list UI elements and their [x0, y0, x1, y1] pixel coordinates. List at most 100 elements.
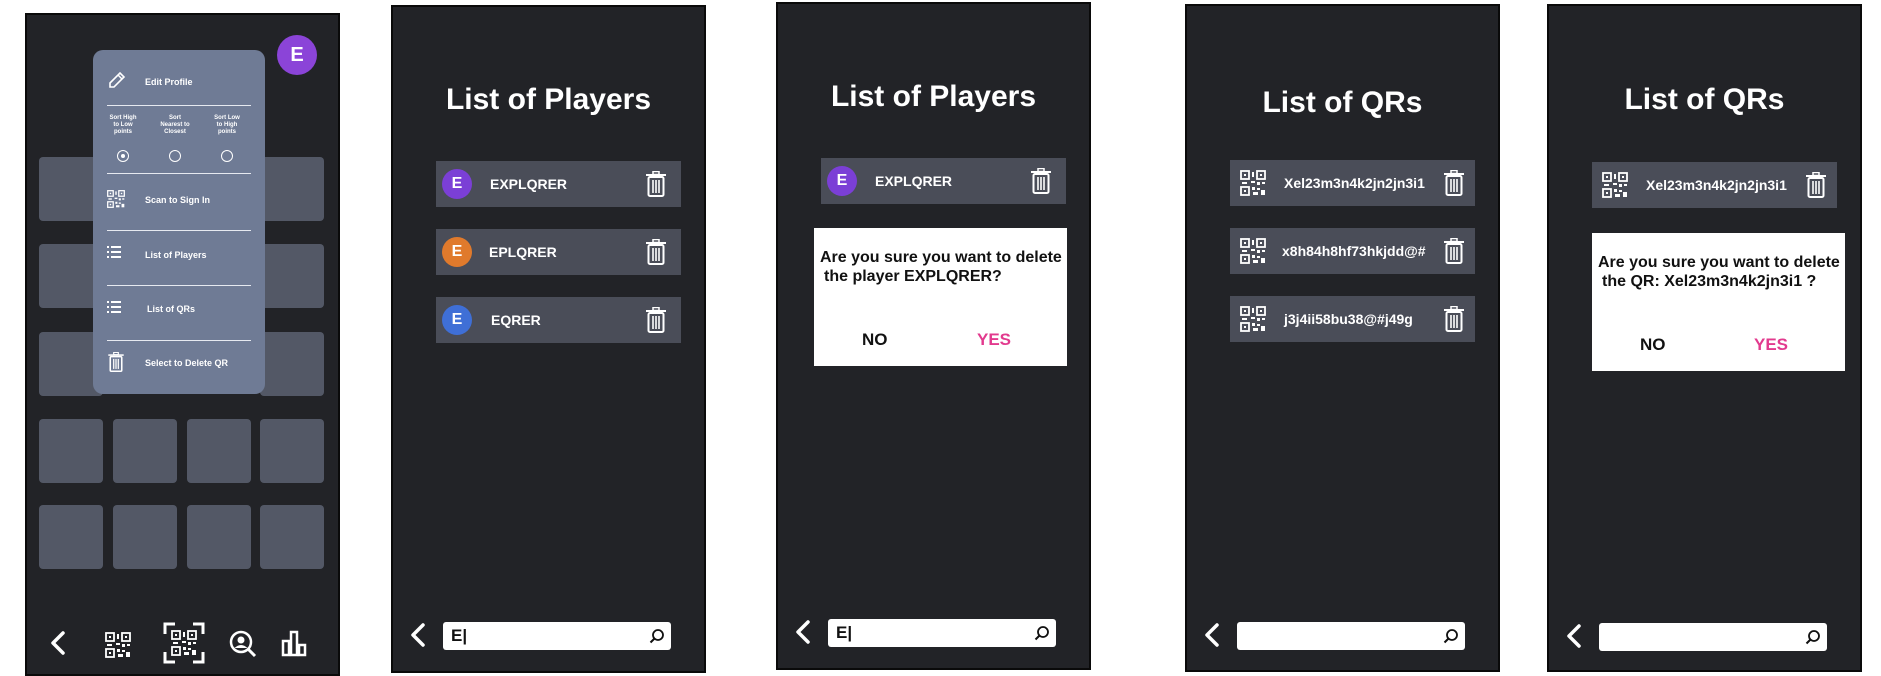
- search-input-value: E|: [836, 623, 853, 642]
- qr-row[interactable]: x8h84h8hf73hkjdd@#: [1230, 228, 1475, 274]
- profile-avatar[interactable]: E: [277, 35, 317, 75]
- grid-tile[interactable]: [113, 419, 177, 483]
- grid-tile[interactable]: [113, 505, 177, 569]
- search-input[interactable]: [1599, 623, 1827, 651]
- menu-item-select-to-delete-qr[interactable]: Select to Delete QR: [145, 358, 228, 368]
- menu-item-list-of-qrs[interactable]: List of QRs: [147, 304, 195, 314]
- player-avatar: E: [827, 166, 857, 196]
- dialog-message-line: Are you sure you want to delete: [1598, 254, 1840, 271]
- avatar-initial: E: [290, 43, 304, 66]
- search-user-icon[interactable]: [229, 630, 257, 658]
- sort-radio[interactable]: [169, 150, 181, 162]
- screen-delete-qr-dialog: List of QRs Xel23m3n4k2jn2jn3i1 Are you …: [1547, 4, 1862, 672]
- trash-icon: [107, 352, 125, 372]
- qr-name: x8h84h8hf73hkjdd@#: [1282, 243, 1426, 259]
- screen-list-of-qrs: List of QRs Xel23m3n4k2jn2jn3i1 x8h84h8h…: [1185, 4, 1500, 672]
- sort-option-label: Sort Low to High points: [214, 115, 240, 135]
- page-title: List of Players: [830, 80, 1037, 113]
- confirm-delete-dialog: Are you sure you want to delete the play…: [814, 228, 1067, 366]
- dialog-message-line: the player EXPLQRER?: [824, 268, 1002, 285]
- grid-tile[interactable]: [260, 505, 324, 569]
- trash-icon[interactable]: [1805, 172, 1827, 198]
- search-icon[interactable]: [1034, 625, 1050, 641]
- menu-divider: [107, 340, 251, 341]
- back-icon[interactable]: [1203, 622, 1221, 648]
- grid-tile[interactable]: [39, 505, 103, 569]
- qr-icon: [1240, 306, 1266, 332]
- profile-dropdown-menu: Edit Profile Sort High to Low points Sor…: [93, 50, 265, 394]
- player-avatar: E: [442, 237, 472, 267]
- list-icon: [107, 300, 125, 314]
- search-input-value: E|: [451, 626, 468, 645]
- back-icon[interactable]: [1565, 623, 1583, 649]
- player-name: EQRER: [491, 312, 541, 328]
- dialog-message-line: the QR: Xel23m3n4k2jn3i1 ?: [1602, 273, 1817, 290]
- qr-icon[interactable]: [105, 632, 131, 658]
- qr-name: j3j4ii58bu38@#j49g: [1284, 311, 1413, 327]
- sort-option-label: Sort Nearest to Closest: [160, 115, 190, 135]
- player-row[interactable]: E EPLQRER: [436, 229, 681, 275]
- screen-home-menu: Edit Profile Sort High to Low points Sor…: [25, 13, 340, 676]
- sort-option-label: Sort High to Low points: [109, 115, 137, 135]
- player-avatar: E: [442, 169, 472, 199]
- qr-row[interactable]: j3j4ii58bu38@#j49g: [1230, 296, 1475, 342]
- trash-icon[interactable]: [645, 307, 667, 333]
- grid-tile[interactable]: [39, 419, 103, 483]
- yes-button[interactable]: YES: [977, 330, 1011, 350]
- qr-name: Xel23m3n4k2jn2jn3i1: [1284, 175, 1425, 191]
- trash-icon[interactable]: [1030, 168, 1052, 194]
- dialog-message: Are you sure you want to delete the QR: …: [1598, 253, 1841, 291]
- grid-tile[interactable]: [260, 332, 324, 396]
- menu-item-edit-profile[interactable]: Edit Profile: [145, 77, 193, 87]
- dialog-message-line: Are you sure you want to delete: [820, 249, 1062, 266]
- qr-name: Xel23m3n4k2jn2jn3i1: [1646, 177, 1787, 193]
- menu-divider: [107, 230, 251, 231]
- grid-tile[interactable]: [260, 157, 324, 221]
- back-icon[interactable]: [49, 630, 67, 656]
- search-input[interactable]: E|: [828, 619, 1056, 647]
- dialog-message: Are you sure you want to delete the play…: [820, 248, 1063, 286]
- player-row[interactable]: E EQRER: [436, 297, 681, 343]
- search-icon[interactable]: [1805, 629, 1821, 645]
- trash-icon[interactable]: [645, 239, 667, 265]
- search-input[interactable]: E|: [443, 622, 671, 650]
- no-button[interactable]: NO: [862, 330, 888, 350]
- search-input[interactable]: [1237, 622, 1465, 650]
- confirm-delete-dialog: Are you sure you want to delete the QR: …: [1592, 233, 1845, 371]
- back-icon[interactable]: [409, 622, 427, 648]
- qr-icon: [107, 190, 125, 208]
- trash-icon[interactable]: [1443, 238, 1465, 264]
- grid-tile[interactable]: [260, 244, 324, 308]
- qr-row[interactable]: Xel23m3n4k2jn2jn3i1: [1592, 162, 1837, 208]
- menu-item-list-of-players[interactable]: List of Players: [145, 250, 207, 260]
- screen-list-of-players: List of Players E EXPLQRER E EPLQRER E E…: [391, 5, 706, 673]
- page-title: List of QRs: [1262, 86, 1423, 119]
- page-title: List of QRs: [1624, 83, 1785, 116]
- player-row[interactable]: E EXPLQRER: [821, 158, 1066, 204]
- qr-icon: [1602, 172, 1628, 198]
- search-icon[interactable]: [1443, 628, 1459, 644]
- no-button[interactable]: NO: [1640, 335, 1666, 355]
- trash-icon[interactable]: [1443, 306, 1465, 332]
- sort-radio[interactable]: [221, 150, 233, 162]
- yes-button[interactable]: YES: [1754, 335, 1788, 355]
- grid-tile[interactable]: [187, 419, 251, 483]
- trash-icon[interactable]: [645, 171, 667, 197]
- scan-qr-icon[interactable]: [163, 622, 205, 664]
- player-row[interactable]: E EXPLQRER: [436, 161, 681, 207]
- menu-divider: [107, 105, 251, 106]
- leaderboard-icon[interactable]: [281, 629, 307, 657]
- sort-radio-selected[interactable]: [117, 150, 129, 162]
- qr-icon: [1240, 238, 1266, 264]
- player-name: EXPLQRER: [875, 173, 953, 189]
- back-icon[interactable]: [794, 619, 812, 645]
- trash-icon[interactable]: [1443, 170, 1465, 196]
- qr-row[interactable]: Xel23m3n4k2jn2jn3i1: [1230, 160, 1475, 206]
- menu-divider: [107, 173, 251, 174]
- grid-tile[interactable]: [187, 505, 251, 569]
- search-icon[interactable]: [649, 628, 665, 644]
- edit-profile-icon: [109, 71, 126, 88]
- grid-tile[interactable]: [260, 419, 324, 483]
- qr-icon: [1240, 170, 1266, 196]
- menu-item-scan-to-sign-in[interactable]: Scan to Sign In: [145, 195, 210, 205]
